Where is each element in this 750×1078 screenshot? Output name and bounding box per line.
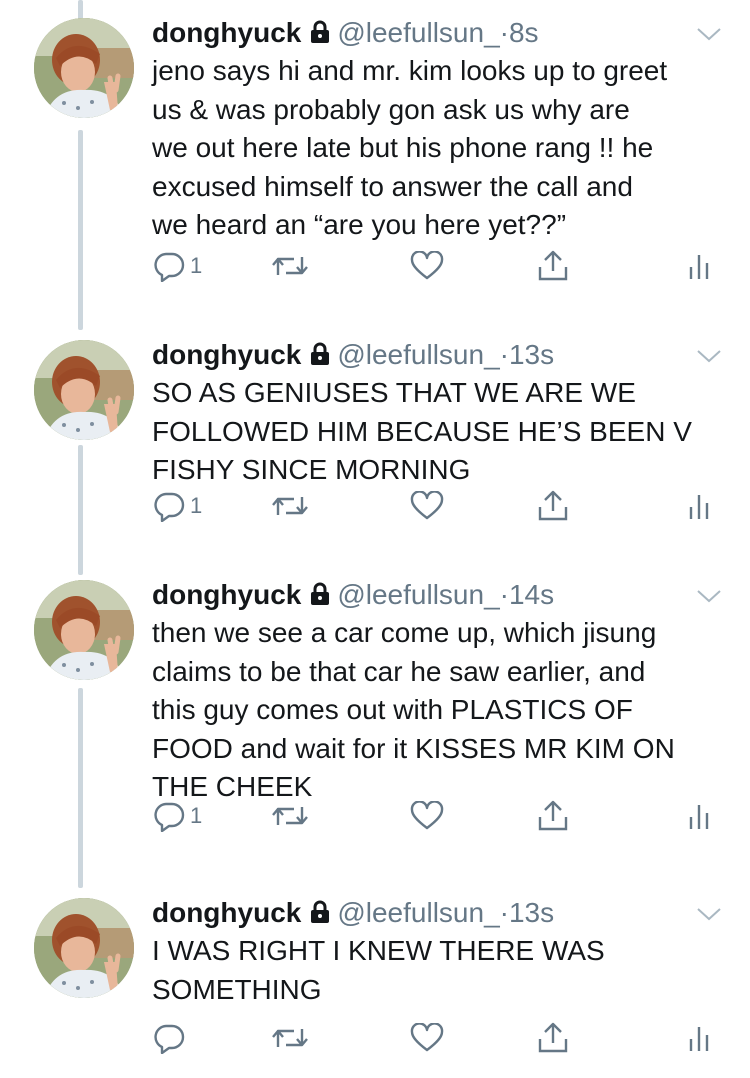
- share-icon: [537, 249, 569, 283]
- tweet-header: donghyuck @leefullsun_·13s: [152, 338, 554, 375]
- reply-button[interactable]: 1: [152, 796, 202, 836]
- separator-dot: ·: [499, 897, 509, 928]
- analytics-icon: [687, 251, 711, 281]
- heart-icon: [410, 251, 444, 281]
- lock-icon: [307, 19, 333, 53]
- reply-icon: [152, 1022, 186, 1054]
- share-button[interactable]: [537, 796, 569, 836]
- retweet-icon: [270, 1023, 310, 1053]
- retweet-button[interactable]: [270, 486, 310, 526]
- timestamp[interactable]: 14s: [509, 579, 554, 610]
- avatar[interactable]: [34, 580, 134, 680]
- avatar[interactable]: [34, 898, 134, 998]
- timestamp[interactable]: 8s: [509, 17, 539, 48]
- timestamp[interactable]: 13s: [509, 339, 554, 370]
- thread-line: [78, 0, 83, 20]
- separator-dot: ·: [499, 17, 509, 48]
- reply-button[interactable]: [152, 1018, 190, 1058]
- tweet-text: jeno says hi and mr. kim looks up to gre…: [152, 55, 668, 240]
- tweet-text: then we see a car come up, which jisung …: [152, 617, 675, 802]
- tweet-actions: 1: [152, 796, 722, 836]
- tweet-header: donghyuck @leefullsun_·14s: [152, 578, 554, 615]
- retweet-button[interactable]: [270, 796, 310, 836]
- reply-count: 1: [190, 253, 203, 278]
- separator-dot: ·: [499, 579, 509, 610]
- like-button[interactable]: [410, 486, 444, 526]
- analytics-icon: [687, 1023, 711, 1053]
- reply-button[interactable]: 1: [152, 246, 202, 286]
- timestamp[interactable]: 13s: [509, 897, 554, 928]
- reply-count: 1: [190, 493, 203, 518]
- like-button[interactable]: [410, 246, 444, 286]
- chevron-down-icon[interactable]: [696, 588, 722, 609]
- analytics-icon: [687, 801, 711, 831]
- retweet-icon: [270, 251, 310, 281]
- reply-icon: [152, 250, 186, 282]
- reply-icon: [152, 800, 186, 832]
- tweet-actions: [152, 1018, 722, 1058]
- tweet-text: I WAS RIGHT I KNEW THERE WAS SOMETHING: [152, 935, 605, 1005]
- share-button[interactable]: [537, 246, 569, 286]
- separator-dot: ·: [499, 339, 509, 370]
- avatar[interactable]: [34, 18, 134, 118]
- analytics-button[interactable]: [687, 1018, 711, 1058]
- like-button[interactable]: [410, 1018, 444, 1058]
- like-button[interactable]: [410, 796, 444, 836]
- analytics-button[interactable]: [687, 796, 711, 836]
- tweet[interactable]: donghyuck @leefullsun_·8s jeno says hi an…: [0, 16, 750, 328]
- tweet[interactable]: donghyuck @leefullsun_·14s then we see a …: [0, 578, 750, 880]
- heart-icon: [410, 801, 444, 831]
- retweet-icon: [270, 801, 310, 831]
- heart-icon: [410, 1023, 444, 1053]
- retweet-button[interactable]: [270, 246, 310, 286]
- user-handle[interactable]: @leefullsun_: [337, 897, 499, 928]
- user-handle[interactable]: @leefullsun_: [337, 17, 499, 48]
- lock-icon: [307, 899, 333, 933]
- chevron-down-icon[interactable]: [696, 906, 722, 927]
- chevron-down-icon[interactable]: [696, 348, 722, 369]
- user-handle[interactable]: @leefullsun_: [337, 339, 499, 370]
- tweet[interactable]: donghyuck @leefullsun_·13s SO AS GENIUSES…: [0, 338, 750, 550]
- tweet[interactable]: donghyuck @leefullsun_·13s I WAS RIGHT I …: [0, 896, 750, 1073]
- reply-icon: [152, 490, 186, 522]
- display-name[interactable]: donghyuck: [152, 579, 301, 610]
- retweet-icon: [270, 491, 310, 521]
- heart-icon: [410, 491, 444, 521]
- chevron-down-icon[interactable]: [696, 26, 722, 47]
- avatar[interactable]: [34, 340, 134, 440]
- share-icon: [537, 799, 569, 833]
- display-name[interactable]: donghyuck: [152, 17, 301, 48]
- retweet-button[interactable]: [270, 1018, 310, 1058]
- share-button[interactable]: [537, 1018, 569, 1058]
- tweet-actions: 1: [152, 486, 722, 526]
- display-name[interactable]: donghyuck: [152, 897, 301, 928]
- user-handle[interactable]: @leefullsun_: [337, 579, 499, 610]
- tweet-actions: 1: [152, 246, 722, 286]
- lock-icon: [307, 581, 333, 615]
- share-icon: [537, 1021, 569, 1055]
- tweet-header: donghyuck @leefullsun_·8s: [152, 16, 539, 53]
- lock-icon: [307, 341, 333, 375]
- tweet-header: donghyuck @leefullsun_·13s: [152, 896, 554, 933]
- reply-button[interactable]: 1: [152, 486, 202, 526]
- analytics-button[interactable]: [687, 246, 711, 286]
- share-icon: [537, 489, 569, 523]
- display-name[interactable]: donghyuck: [152, 339, 301, 370]
- analytics-icon: [687, 491, 711, 521]
- analytics-button[interactable]: [687, 486, 711, 526]
- share-button[interactable]: [537, 486, 569, 526]
- reply-count: 1: [190, 803, 203, 828]
- tweet-text: SO AS GENIUSES THAT WE ARE WE FOLLOWED H…: [152, 377, 692, 485]
